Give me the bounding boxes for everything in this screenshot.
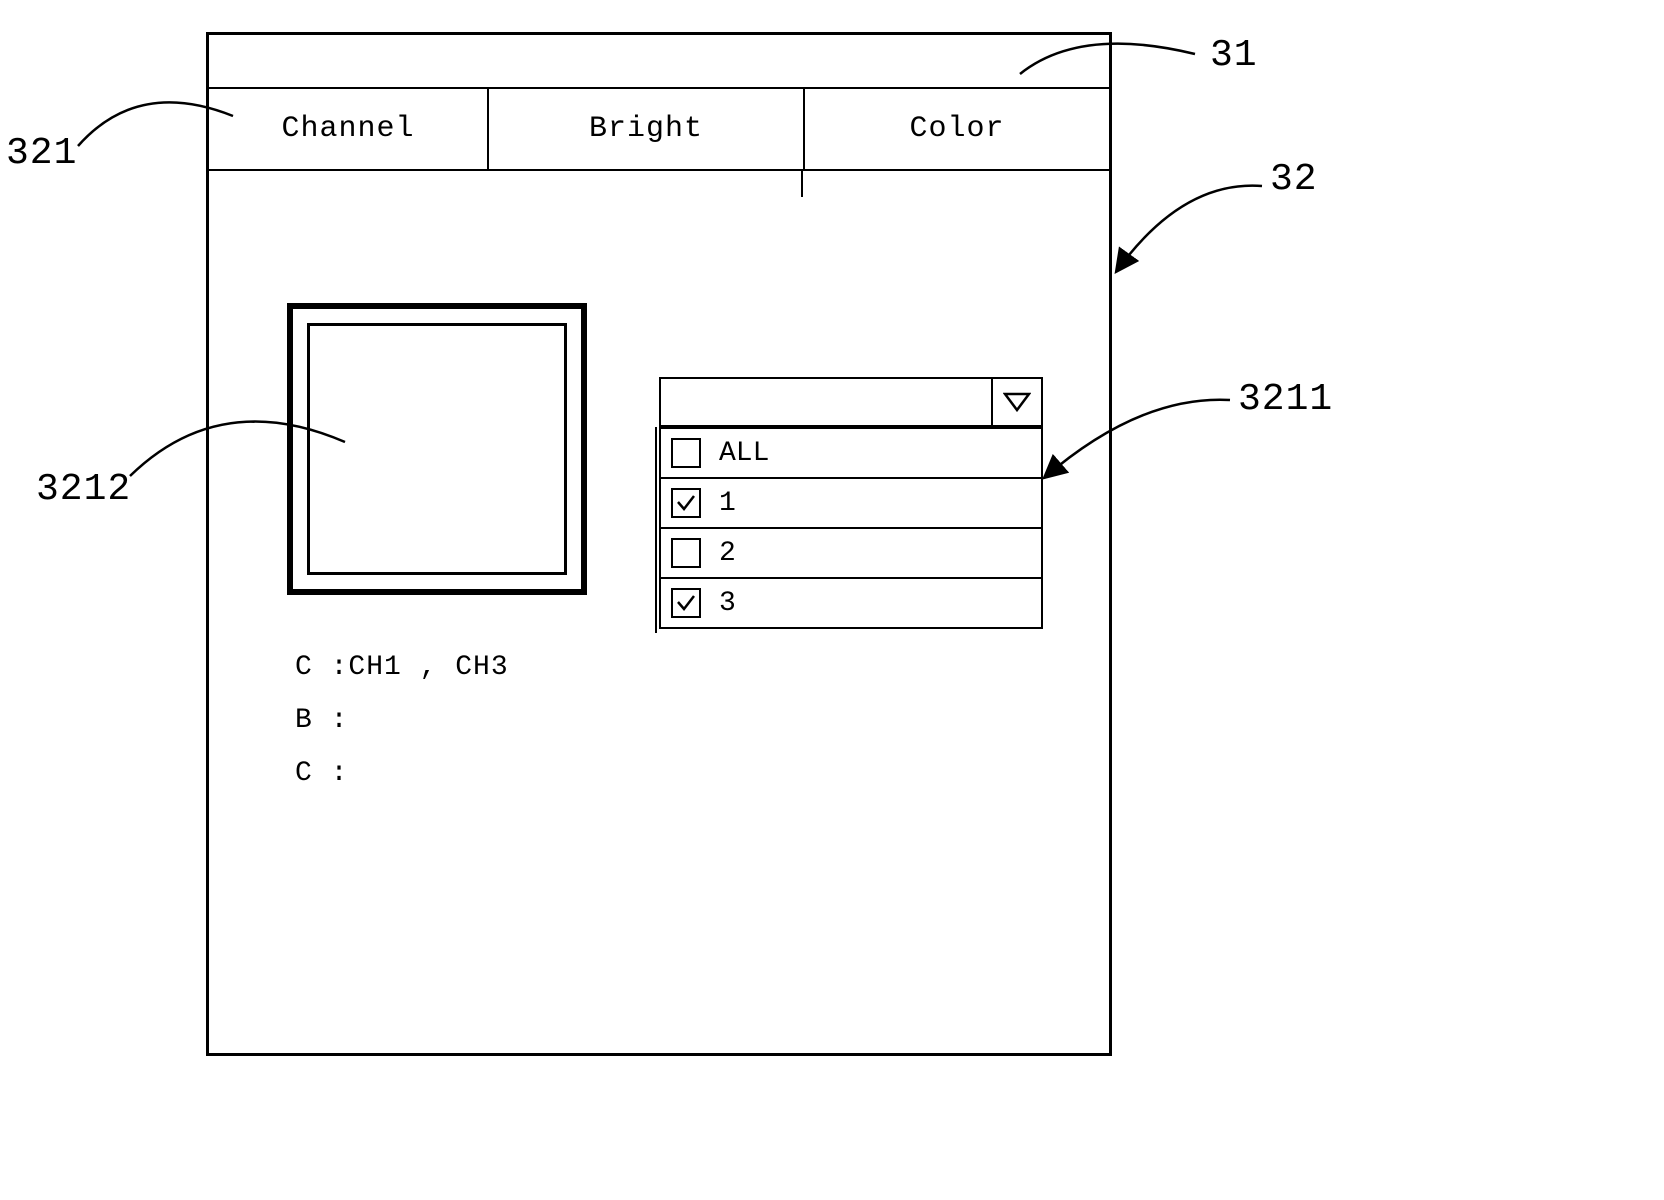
- dropdown-arrow-icon[interactable]: [991, 379, 1041, 425]
- ref-label-32: 32: [1270, 158, 1318, 201]
- ref-label-321: 321: [6, 132, 77, 175]
- dropdown-item-1[interactable]: 1: [661, 477, 1041, 527]
- dropdown-list: ALL 1 2 3: [659, 427, 1043, 629]
- checkbox-2[interactable]: [671, 538, 701, 568]
- leader-32: [1112, 178, 1292, 293]
- dropdown-item-3[interactable]: 3: [661, 577, 1041, 627]
- dropdown-item-label: 3: [719, 588, 736, 619]
- leader-321: [78, 86, 238, 161]
- dropdown-item-label: ALL: [719, 438, 769, 469]
- status-line-c1: C :CH1 , CH3: [295, 641, 509, 694]
- tab-color[interactable]: Color: [805, 87, 1109, 171]
- dropdown-item-label: 2: [719, 538, 736, 569]
- status-lines: C :CH1 , CH3 B : C :: [295, 641, 509, 801]
- dropdown-header[interactable]: [659, 377, 1043, 427]
- tab-bar: Channel Bright Color: [209, 87, 1109, 171]
- status-line-c2: C :: [295, 747, 509, 800]
- checkbox-all[interactable]: [671, 438, 701, 468]
- outer-frame: Channel Bright Color ALL 1: [206, 32, 1112, 1056]
- tab-channel[interactable]: Channel: [209, 87, 489, 171]
- ref-label-3212: 3212: [36, 468, 131, 511]
- dropdown-item-all[interactable]: ALL: [661, 427, 1041, 477]
- channel-dropdown: ALL 1 2 3: [659, 377, 1043, 629]
- ref-label-3211: 3211: [1238, 378, 1333, 421]
- checkbox-3[interactable]: [671, 588, 701, 618]
- dropdown-item-label: 1: [719, 488, 736, 519]
- leader-3212: [130, 398, 350, 493]
- tab-bright[interactable]: Bright: [489, 87, 805, 171]
- checkbox-1[interactable]: [671, 488, 701, 518]
- leader-3211: [1040, 390, 1260, 495]
- status-line-b: B :: [295, 694, 509, 747]
- dropdown-item-2[interactable]: 2: [661, 527, 1041, 577]
- ref-label-31: 31: [1210, 34, 1258, 77]
